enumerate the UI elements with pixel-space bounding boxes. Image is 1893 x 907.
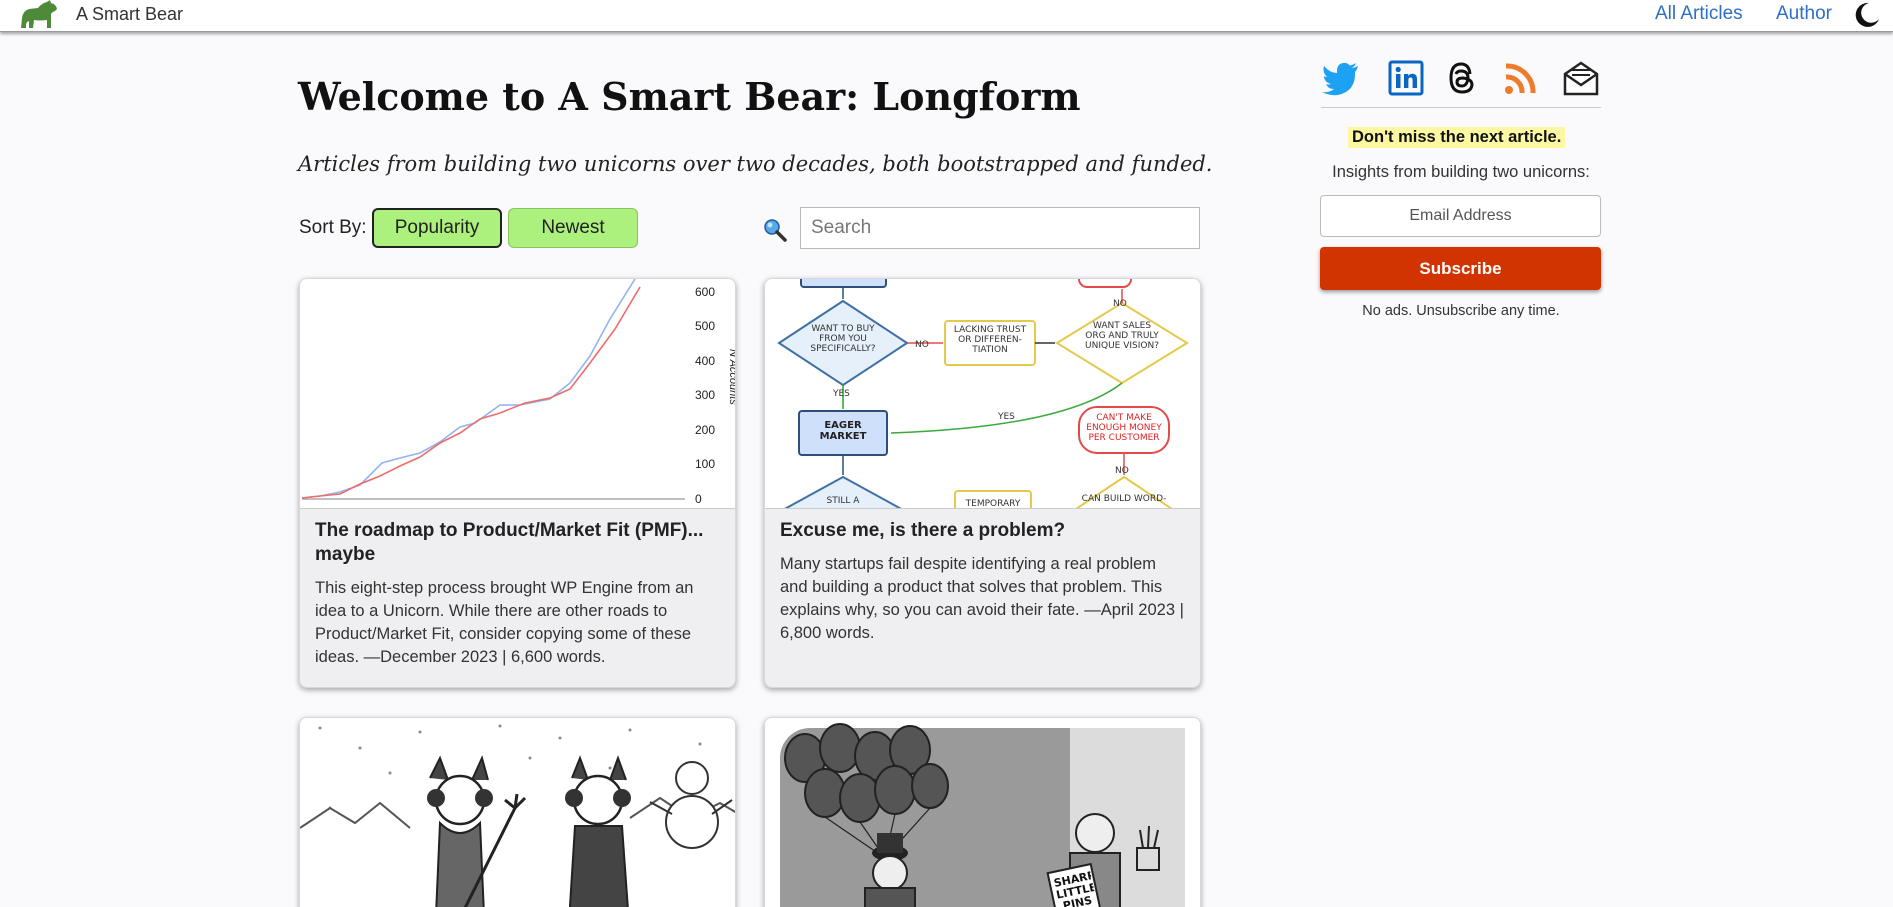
page-tagline: Articles from building two unicorns over…: [298, 152, 1213, 176]
sort-popularity-button[interactable]: Popularity: [372, 208, 502, 248]
article-title[interactable]: Excuse me, is there a problem?: [780, 519, 1187, 543]
y-tick: 600: [695, 285, 715, 299]
article-card[interactable]: WANT TO BUY FROM YOU SPECIFICALLY? NO LA…: [764, 278, 1201, 688]
bear-logo-icon[interactable]: [18, 0, 58, 30]
no-ads-note: No ads. Unsubscribe any time.: [1362, 303, 1560, 319]
devils-cartoon: [300, 718, 735, 907]
dark-mode-moon-icon[interactable]: [1852, 1, 1880, 29]
article-description: This eight-step process brought WP Engin…: [315, 579, 694, 666]
page-title: Welcome to A Smart Bear: Longform: [298, 74, 1081, 119]
flow-node-want-to-buy: WANT TO BUY FROM YOU SPECIFICALLY?: [810, 324, 876, 354]
y-tick: 400: [695, 354, 715, 368]
email-icon[interactable]: [1562, 60, 1600, 96]
search-icon: [764, 219, 787, 242]
newsletter-cta: Don't miss the next article.: [1348, 127, 1566, 148]
flow-label-no: NO: [915, 340, 929, 350]
article-card[interactable]: [299, 717, 736, 907]
flow-label-no: NO: [1115, 466, 1129, 476]
flow-node-can-build: CAN BUILD WORD-: [1082, 494, 1167, 504]
sort-label: Sort By:: [299, 217, 367, 238]
flow-node-lacking-trust: LACKING TRUST OR DIFFEREN-TIATION: [953, 325, 1027, 355]
y-tick: 0: [695, 492, 702, 506]
y-tick: 500: [695, 319, 715, 333]
y-tick: 100: [695, 457, 715, 471]
article-thumbnail-flowchart: WANT TO BUY FROM YOU SPECIFICALLY? NO LA…: [765, 279, 1200, 509]
flow-node-cant-make-money: CAN'T MAKE ENOUGH MONEY PER CUSTOMER: [1086, 413, 1162, 443]
article-card[interactable]: 600 500 400 300 200 100 0 N Accounts The…: [299, 278, 736, 688]
flow-node-temporary: TEMPORARY: [965, 499, 1021, 509]
rss-icon[interactable]: [1503, 60, 1541, 96]
top-bar: A Smart Bear All Articles Author: [0, 0, 1893, 32]
nav-author[interactable]: Author: [1776, 3, 1832, 25]
article-title[interactable]: The roadmap to Product/Market Fit (PMF).…: [315, 519, 722, 567]
growth-chart: 600 500 400 300 200 100 0 N Accounts: [301, 279, 736, 506]
flowchart: WANT TO BUY FROM YOU SPECIFICALLY? NO LA…: [777, 279, 1189, 509]
flow-node-sales-org: WANT SALES ORG AND TRULY UNIQUE VISION?: [1085, 321, 1159, 351]
email-field[interactable]: [1320, 195, 1601, 237]
flow-node-eager-market: EAGER MARKET: [819, 420, 867, 442]
twitter-icon[interactable]: [1322, 60, 1360, 96]
y-tick: 300: [695, 388, 715, 402]
flow-label-yes: YES: [832, 389, 850, 399]
balloons-cartoon: SHARP LITTLE PINS: [765, 718, 1200, 907]
flow-label-yes: YES: [997, 412, 1015, 422]
y-tick: 200: [695, 423, 715, 437]
search-input[interactable]: [800, 207, 1200, 249]
newsletter-insights: Insights from building two unicorns:: [1332, 163, 1590, 181]
article-description: Many startups fail despite identifying a…: [780, 555, 1184, 642]
nav-all-articles[interactable]: All Articles: [1655, 3, 1743, 25]
article-thumbnail-growth-chart: 600 500 400 300 200 100 0 N Accounts: [300, 279, 736, 509]
subscribe-button[interactable]: Subscribe: [1320, 247, 1601, 290]
sort-newest-button[interactable]: Newest: [508, 208, 638, 248]
linkedin-icon[interactable]: [1387, 60, 1425, 96]
article-thumbnail-devils-cartoon: [300, 718, 735, 907]
sidebar-divider: [1321, 107, 1601, 108]
article-card[interactable]: SHARP LITTLE PINS: [764, 717, 1201, 907]
article-thumbnail-balloons-cartoon: SHARP LITTLE PINS: [765, 718, 1200, 907]
flow-node-still-a: STILL A: [827, 496, 861, 506]
site-name[interactable]: A Smart Bear: [76, 4, 183, 25]
threads-icon[interactable]: [1443, 60, 1481, 96]
y-axis-label: N Accounts: [727, 349, 736, 405]
flow-label-no: NO: [1113, 299, 1127, 309]
sign-sharp-little-pins: SHARP LITTLE PINS: [1052, 870, 1098, 907]
